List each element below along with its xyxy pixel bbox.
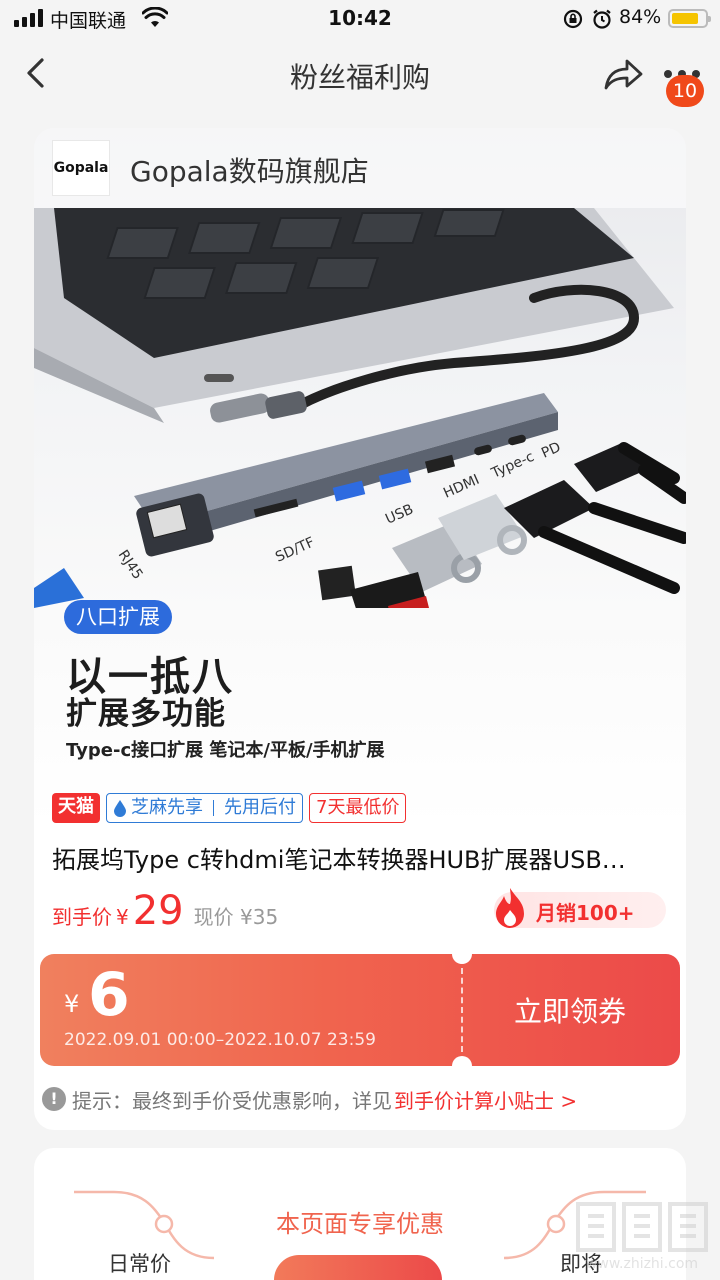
store-logo[interactable]: Gopala bbox=[52, 140, 110, 196]
price-tip: ! 提示：最终到手价受优惠影响，详见 到手价计算小贴士 > bbox=[42, 1084, 577, 1114]
tmall-badge: 天猫 bbox=[52, 793, 100, 823]
final-price: 29 bbox=[132, 888, 184, 934]
port-label: HDMI bbox=[441, 472, 482, 502]
tip-text: 提示：最终到手价受优惠影响，详见 bbox=[72, 1088, 392, 1113]
status-bar: 中国联通 10:42 84% bbox=[0, 0, 720, 38]
hero-description: Type-c接口扩展 笔记本/平板/手机扩展 bbox=[66, 740, 385, 761]
monthly-sales-pill: 月销100+ bbox=[494, 888, 666, 928]
pay-later-label: 先用后付 bbox=[224, 797, 296, 818]
claim-coupon-button[interactable]: 立即领券 bbox=[470, 990, 670, 1030]
badge-row: 天猫 芝麻先享 先用后付 7天最低价 bbox=[52, 793, 407, 825]
port-label: RJ45 bbox=[115, 547, 146, 582]
coupon-banner[interactable]: ¥ 6 2022.09.01 00:00–2022.10.07 23:59 立即… bbox=[40, 954, 680, 1066]
watermark-text: www.zhizhi.com bbox=[585, 1256, 699, 1272]
port-label: PD bbox=[539, 439, 563, 461]
product-card: RJ45 SD/TF USB HDMI Type-c PD Gopala Gop… bbox=[34, 128, 686, 1130]
fire-icon bbox=[496, 888, 524, 928]
coupon-amount: 6 bbox=[88, 960, 130, 1030]
water-drop-icon bbox=[114, 800, 126, 817]
share-icon[interactable] bbox=[602, 56, 644, 92]
product-hero-image[interactable]: RJ45 SD/TF USB HDMI Type-c PD Gopala Gop… bbox=[34, 128, 686, 828]
alarm-icon bbox=[593, 9, 611, 29]
monthly-sales-text: 月销100+ bbox=[536, 901, 635, 925]
message-count-badge: 10 bbox=[666, 75, 704, 107]
watermark: www.zhizhi.com bbox=[572, 1196, 712, 1280]
regular-price-label: 日常价 bbox=[108, 1252, 171, 1276]
port-label: SD/TF bbox=[273, 534, 317, 565]
battery-percent: 84% bbox=[619, 6, 662, 28]
zhima-label: 芝麻先享 bbox=[131, 797, 203, 818]
claim-discount-button[interactable] bbox=[274, 1255, 442, 1280]
nav-bar: 粉丝福利购 10 bbox=[0, 40, 720, 107]
zhima-badge: 芝麻先享 先用后付 bbox=[106, 793, 303, 823]
coupon-currency: ¥ bbox=[64, 990, 80, 1018]
store-name[interactable]: Gopala数码旗舰店 bbox=[130, 150, 369, 190]
current-price: 现价 ¥35 bbox=[193, 905, 279, 929]
currency-symbol: ¥ bbox=[116, 905, 129, 929]
watermark-logo bbox=[576, 1202, 708, 1252]
hero-subheadline: 扩展多功能 bbox=[66, 696, 226, 732]
info-icon: ! bbox=[42, 1087, 66, 1111]
lowest-price-badge: 7天最低价 bbox=[309, 793, 407, 823]
battery-icon bbox=[668, 9, 711, 28]
product-title[interactable]: 拓展坞Type c转hdmi笔记本转换器HUB扩展器USB… bbox=[52, 840, 672, 875]
price-calc-tips-link[interactable]: 到手价计算小贴士 > bbox=[394, 1085, 577, 1114]
store-header[interactable]: Gopala Gopala数码旗舰店 bbox=[34, 128, 686, 208]
final-price-label: 到手价 bbox=[52, 905, 112, 929]
port-label: USB bbox=[383, 501, 416, 527]
coupon-validity: 2022.09.01 00:00–2022.10.07 23:59 bbox=[64, 1030, 376, 1050]
rotation-lock-icon bbox=[563, 9, 583, 29]
price-row: 到手价 ¥ 29 现价 ¥35 bbox=[52, 888, 279, 934]
port-label: Type-c bbox=[488, 449, 536, 482]
feature-tag: 八口扩展 bbox=[64, 600, 172, 634]
usb-hub-illustration: RJ45 SD/TF USB HDMI Type-c PD bbox=[34, 208, 686, 608]
